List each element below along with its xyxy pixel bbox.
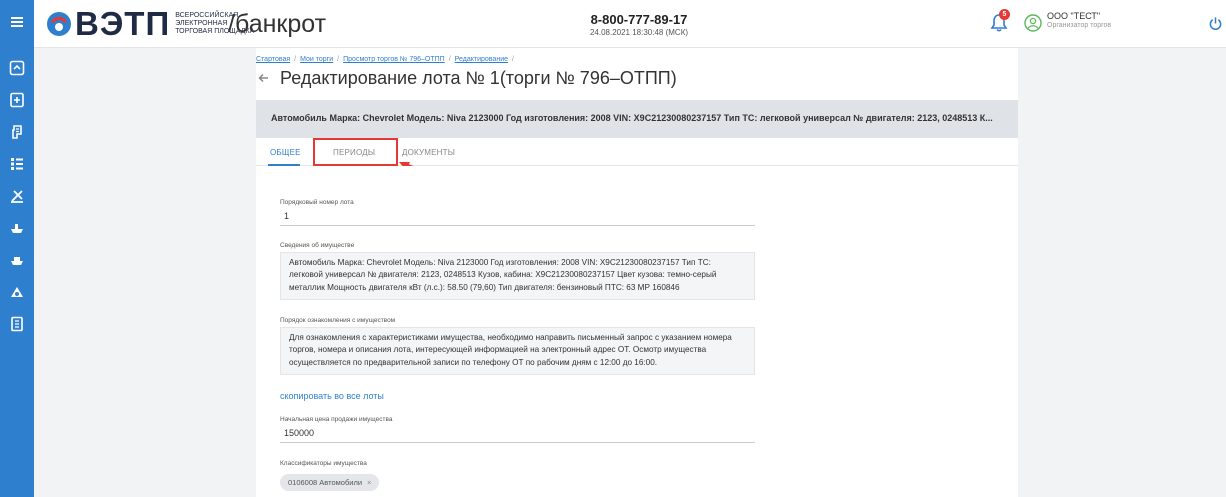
back-arrow-icon[interactable] — [256, 70, 272, 86]
tab-documents[interactable]: ДОКУМЕНТЫ — [402, 148, 455, 157]
property-info-label: Сведения об имуществе — [280, 242, 355, 249]
inspection-label: Порядок ознакомления с имуществом — [280, 317, 396, 324]
contact-block: 8-800-777-89-17 24.08.2021 18:30:48 (МСК… — [569, 12, 709, 37]
lot-number-field[interactable]: 1 — [280, 208, 755, 226]
menu-icon[interactable] — [7, 12, 27, 32]
lot-subject: Автомобиль Марка: Chevrolet Модель: Niva… — [271, 113, 993, 123]
app-frame: ВЭТП ВСЕРОССИЙСКАЯ ЭЛЕКТРОННАЯ ТОРГОВАЯ … — [0, 0, 1226, 497]
scale-icon[interactable] — [7, 186, 27, 206]
breadcrumb: Стартовая / Мои торги / Просмотр торгов № 79… — [256, 56, 514, 63]
logo-mark-icon — [47, 12, 71, 36]
lot-number-label: Порядковый номер лота — [280, 199, 354, 206]
user-name[interactable]: ООО "ТЕСТ" — [1047, 11, 1100, 21]
lot-form: Порядковый номер лота 1 Сведения об имущ… — [256, 166, 1018, 497]
breadcrumb-view-auction[interactable]: Просмотр торгов № 796–ОТПП — [343, 56, 445, 63]
lot-header: Автомобиль Марка: Chevrolet Модель: Niva… — [256, 100, 1018, 138]
sidebar — [0, 0, 34, 497]
server-datetime: 24.08.2021 18:30:48 (МСК) — [589, 28, 689, 37]
phone-number[interactable]: 8-800-777-89-17 — [569, 12, 709, 27]
logo-word: ВЭТП — [75, 5, 171, 42]
ship-icon[interactable] — [7, 218, 27, 238]
breadcrumb-edit[interactable]: Редактирование — [455, 56, 508, 63]
gavel-icon[interactable] — [7, 122, 27, 142]
copy-to-all-lots-link[interactable]: скопировать во все лоты — [280, 391, 384, 401]
start-price-label: Начальная цена продажи имущества — [280, 416, 393, 423]
classifier-chip[interactable]: 0106008 Автомобили × — [280, 474, 380, 491]
vetp-logo[interactable]: ВЭТП ВСЕРОССИЙСКАЯ ЭЛЕКТРОННАЯ ТОРГОВАЯ … — [46, 5, 254, 42]
left-background — [34, 48, 256, 497]
plus-box-icon[interactable] — [7, 90, 27, 110]
building-icon[interactable] — [7, 282, 27, 302]
classifiers-label: Классификаторы имущества — [280, 460, 367, 467]
list-icon[interactable] — [7, 154, 27, 174]
periods-tab-highlight — [313, 138, 398, 166]
tab-general[interactable]: ОБЩЕЕ — [270, 148, 301, 157]
user-role: Организатор торгов — [1047, 22, 1112, 29]
start-price-field[interactable]: 150000 — [280, 425, 755, 443]
chip-remove-icon[interactable]: × — [367, 478, 371, 487]
ship2-icon[interactable] — [7, 250, 27, 270]
page-title: Редактирование лота № 1(торги № 796–ОТПП… — [280, 68, 677, 88]
home-icon[interactable] — [7, 58, 27, 78]
property-info-field[interactable]: Автомобиль Марка: Chevrolet Модель: Niva… — [280, 252, 755, 300]
notification-badge: 5 — [999, 9, 1010, 20]
breadcrumb-home[interactable]: Стартовая — [256, 56, 290, 63]
user-avatar-icon[interactable] — [1024, 14, 1042, 32]
book-icon[interactable] — [7, 314, 27, 334]
logout-icon[interactable] — [1208, 16, 1223, 31]
breadcrumb-my-auctions[interactable]: Мои торги — [300, 56, 333, 63]
right-background — [1018, 48, 1226, 497]
top-header: ВЭТП ВСЕРОССИЙСКАЯ ЭЛЕКТРОННАЯ ТОРГОВАЯ … — [34, 0, 1226, 48]
inspection-field[interactable]: Для ознакомления с характеристиками имущ… — [280, 327, 755, 375]
section-name: /банкрот — [228, 10, 327, 38]
